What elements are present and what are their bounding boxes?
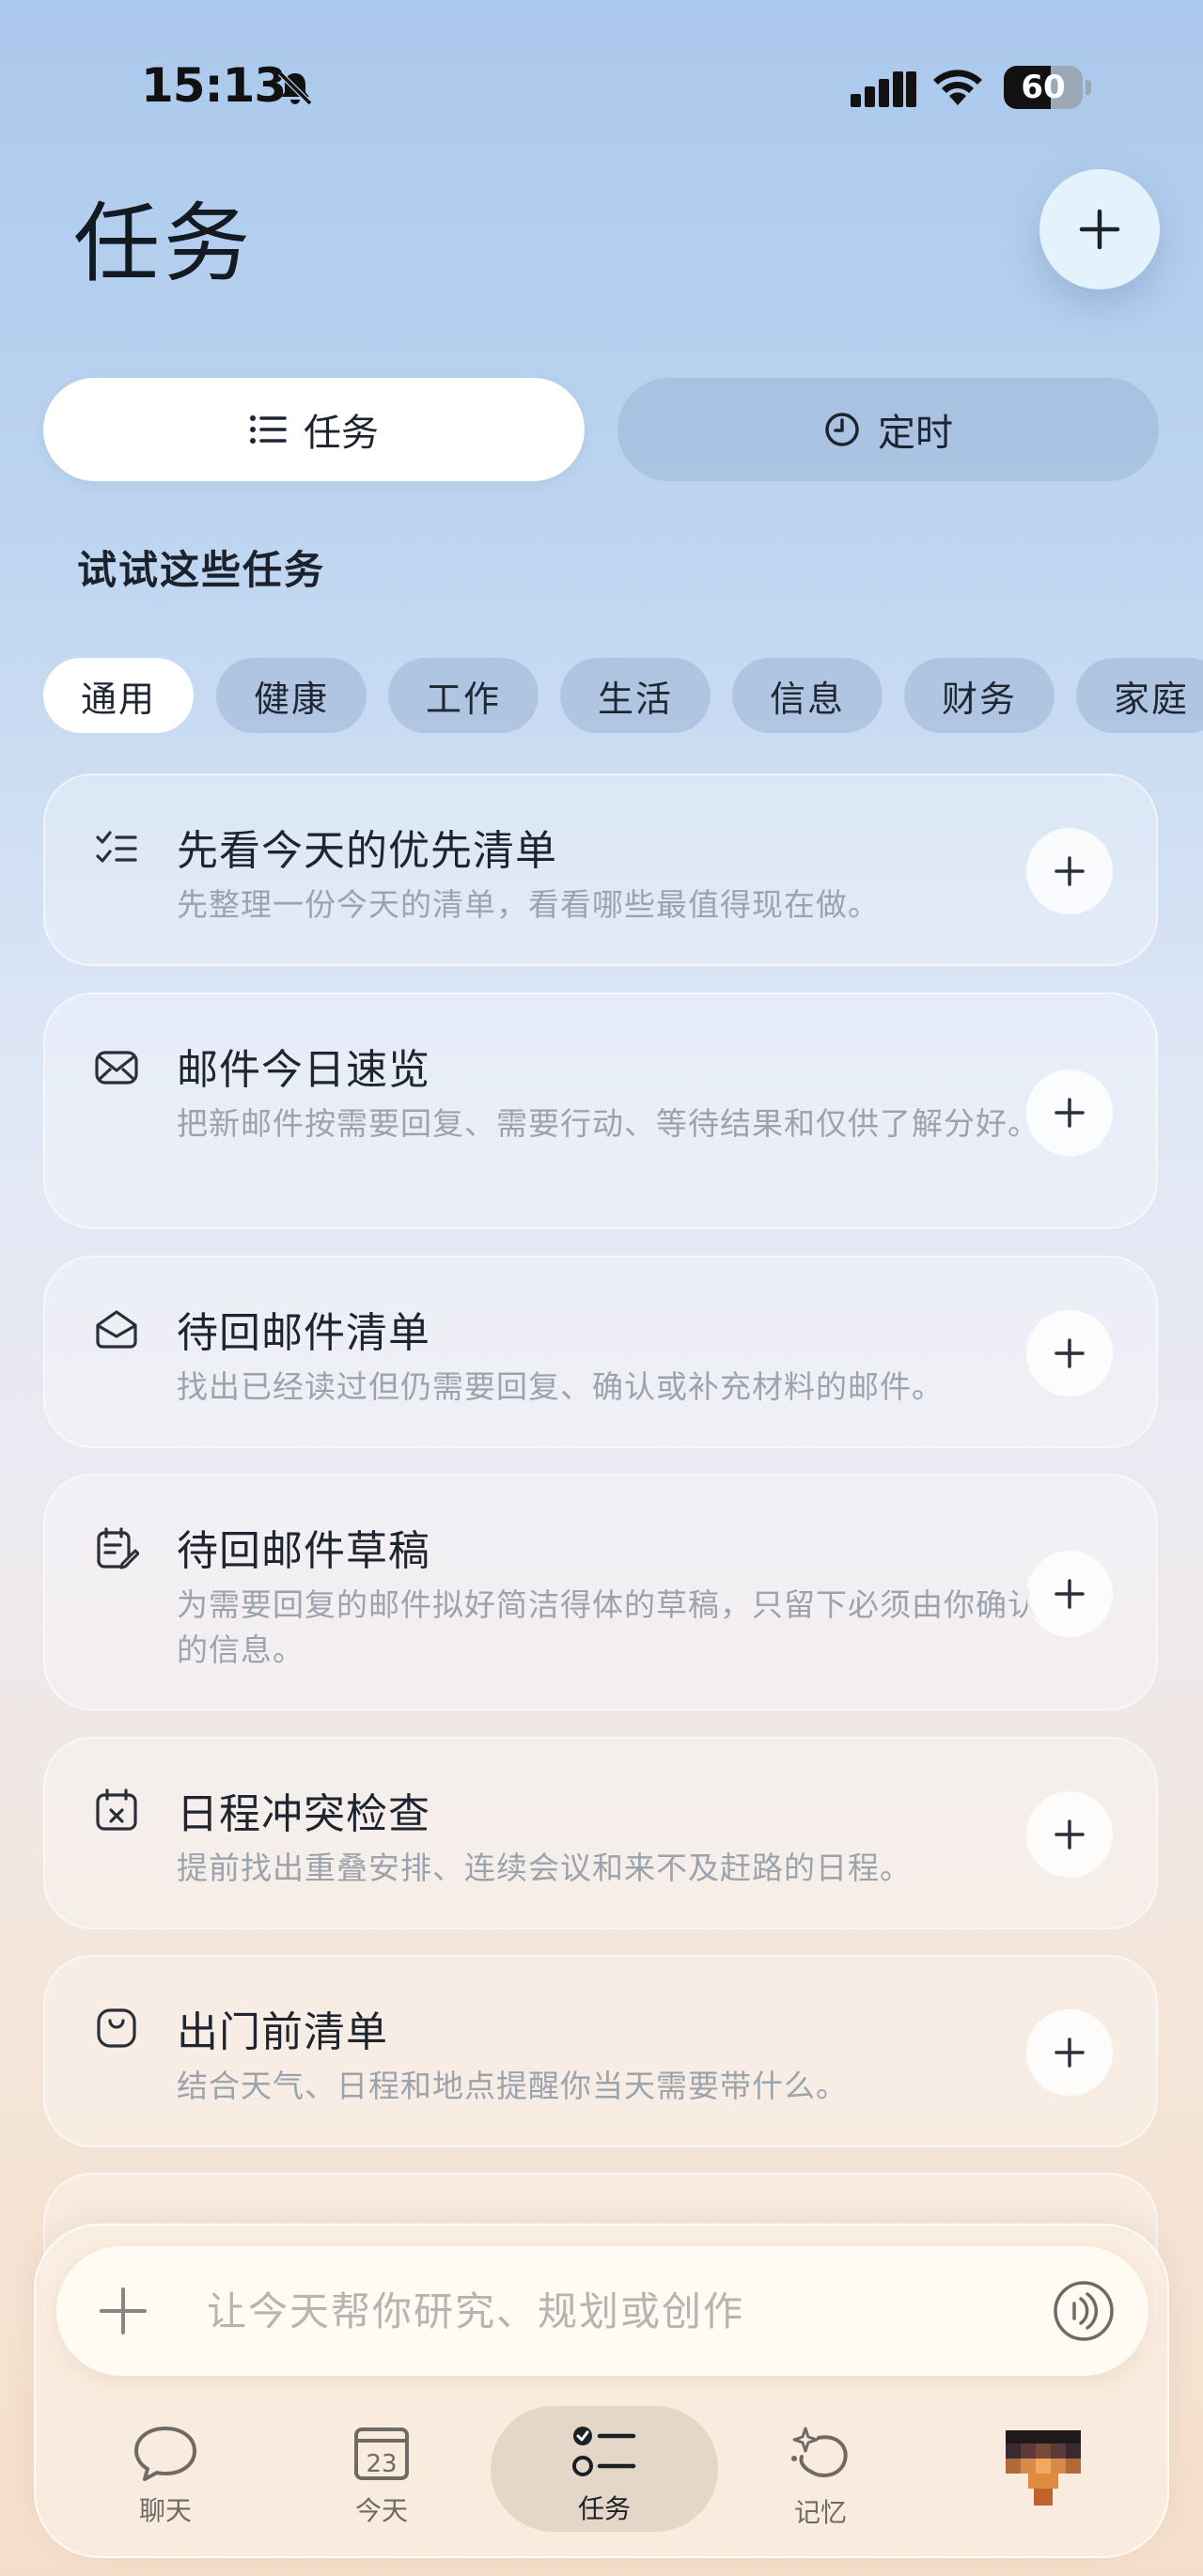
category-chips: 通用 健康 工作 生活 信息 财务 家庭 [43, 658, 1203, 733]
card-add-button[interactable] [1026, 828, 1113, 914]
card-description: 为需要回复的邮件拟好简洁得体的草稿，只留下必须由你确认的信息。 [177, 1586, 1039, 1668]
card-add-button[interactable] [1026, 1791, 1113, 1878]
attach-plus-icon[interactable] [94, 2282, 152, 2340]
avatar[interactable] [1006, 2430, 1081, 2506]
chat-bubble-icon [134, 2427, 196, 2481]
card-description: 先整理一份今天的清单，看看哪些最值得现在做。 [177, 886, 880, 923]
card-title: 日程冲突检查 [177, 1790, 430, 1838]
tab-tasks-segment[interactable]: 任务 [43, 378, 585, 481]
plus-icon [1055, 1098, 1085, 1128]
tab-timer-segment[interactable]: 定时 [617, 378, 1159, 481]
clock-icon [825, 413, 859, 446]
card-description: 提前找出重叠安排、连续会议和来不及赶路的日程。 [177, 1850, 912, 1886]
tab-today[interactable]: 23 今天 [288, 2404, 476, 2545]
bell-muted-icon [277, 70, 313, 106]
plus-icon [1055, 1338, 1085, 1368]
card-description: 找出已经读过但仍需要回复、确认或补充材料的邮件。 [177, 1368, 944, 1405]
status-bar: 15:13 60 [0, 56, 1203, 122]
plus-icon [1055, 1579, 1085, 1609]
chip-finance[interactable]: 财务 [904, 658, 1055, 733]
segment-timer-label: 定时 [878, 412, 953, 455]
bottom-panel: 聊天 23 今天 任务 [34, 2224, 1169, 2558]
tab-memory-label: 记忆 [793, 2497, 847, 2528]
task-card[interactable]: 待回邮件清单 找出已经读过但仍需要回复、确认或补充材料的邮件。 [43, 1256, 1158, 1448]
card-add-button[interactable] [1026, 2009, 1113, 2096]
chip-general[interactable]: 通用 [43, 658, 194, 733]
card-title: 先看今天的优先清单 [177, 827, 557, 875]
tab-bar: 聊天 23 今天 任务 记忆 [36, 2404, 1171, 2545]
card-title: 出门前清单 [177, 2008, 388, 2056]
calendar-conflict-icon [96, 1788, 137, 1831]
wifi-icon [933, 70, 982, 105]
open-mail-icon [96, 1310, 137, 1349]
card-title: 邮件今日速览 [177, 1046, 430, 1094]
draft-icon [97, 1527, 139, 1569]
tab-tasks-label: 任务 [577, 2493, 631, 2524]
mail-icon [95, 1051, 138, 1085]
battery-percentage: 60 [1021, 69, 1066, 106]
plus-icon [1055, 856, 1085, 886]
status-time: 15:13 [141, 58, 287, 113]
composer [56, 2246, 1148, 2376]
add-task-button[interactable] [1039, 169, 1160, 289]
tab-chat-label: 聊天 [138, 2495, 192, 2526]
card-title: 待回邮件草稿 [177, 1527, 430, 1575]
task-card[interactable]: 邮件今日速览 把新邮件按需要回复、需要行动、等待结果和仅供了解分好。 [43, 992, 1158, 1229]
chip-family[interactable]: 家庭 [1076, 658, 1203, 733]
memory-sparkle-icon [791, 2427, 848, 2477]
tab-memory[interactable]: 记忆 [726, 2404, 914, 2545]
list-icon [250, 415, 287, 444]
tab-chat[interactable]: 聊天 [71, 2404, 259, 2545]
task-card[interactable]: 先看今天的优先清单 先整理一份今天的清单，看看哪些最值得现在做。 [43, 773, 1158, 966]
task-card[interactable]: 待回邮件草稿 为需要回复的邮件拟好简洁得体的草稿，只留下必须由你确认的信息。 [43, 1474, 1158, 1710]
card-description: 结合天气、日程和地点提醒你当天需要带什么。 [177, 2068, 848, 2104]
plus-icon [1055, 2037, 1085, 2068]
checklist-icon [96, 831, 137, 863]
plus-icon [1079, 209, 1120, 250]
calendar-today-icon: 23 [354, 2428, 409, 2480]
task-card[interactable]: 出门前清单 结合天气、日程和地点提醒你当天需要带什么。 [43, 1955, 1158, 2147]
chip-work[interactable]: 工作 [388, 658, 539, 733]
chip-health[interactable]: 健康 [216, 658, 367, 733]
card-add-button[interactable] [1026, 1551, 1113, 1637]
task-card[interactable]: 日程冲突检查 提前找出重叠安排、连续会议和来不及赶路的日程。 [43, 1737, 1158, 1929]
battery-indicator: 60 [1004, 66, 1091, 109]
tasks-icon [572, 2427, 636, 2476]
tab-tasks[interactable]: 任务 [491, 2406, 718, 2532]
chip-life[interactable]: 生活 [560, 658, 711, 733]
card-add-button[interactable] [1026, 1310, 1113, 1397]
voice-mode-icon[interactable] [1053, 2280, 1115, 2342]
card-title: 待回邮件清单 [177, 1309, 430, 1357]
cellular-signal-icon [851, 71, 916, 107]
bag-icon [97, 2008, 136, 2048]
page-title: 任务 [73, 194, 255, 294]
segment-tasks-label: 任务 [304, 412, 379, 455]
message-input[interactable] [207, 2246, 977, 2376]
tab-today-label: 今天 [354, 2495, 408, 2526]
today-date-number: 23 [366, 2450, 397, 2478]
card-add-button[interactable] [1026, 1069, 1113, 1156]
plus-icon [1055, 1819, 1085, 1850]
section-title: 试试这些任务 [77, 547, 326, 593]
card-description: 把新邮件按需要回复、需要行动、等待结果和仅供了解分好。 [177, 1105, 1039, 1142]
chip-info[interactable]: 信息 [732, 658, 883, 733]
